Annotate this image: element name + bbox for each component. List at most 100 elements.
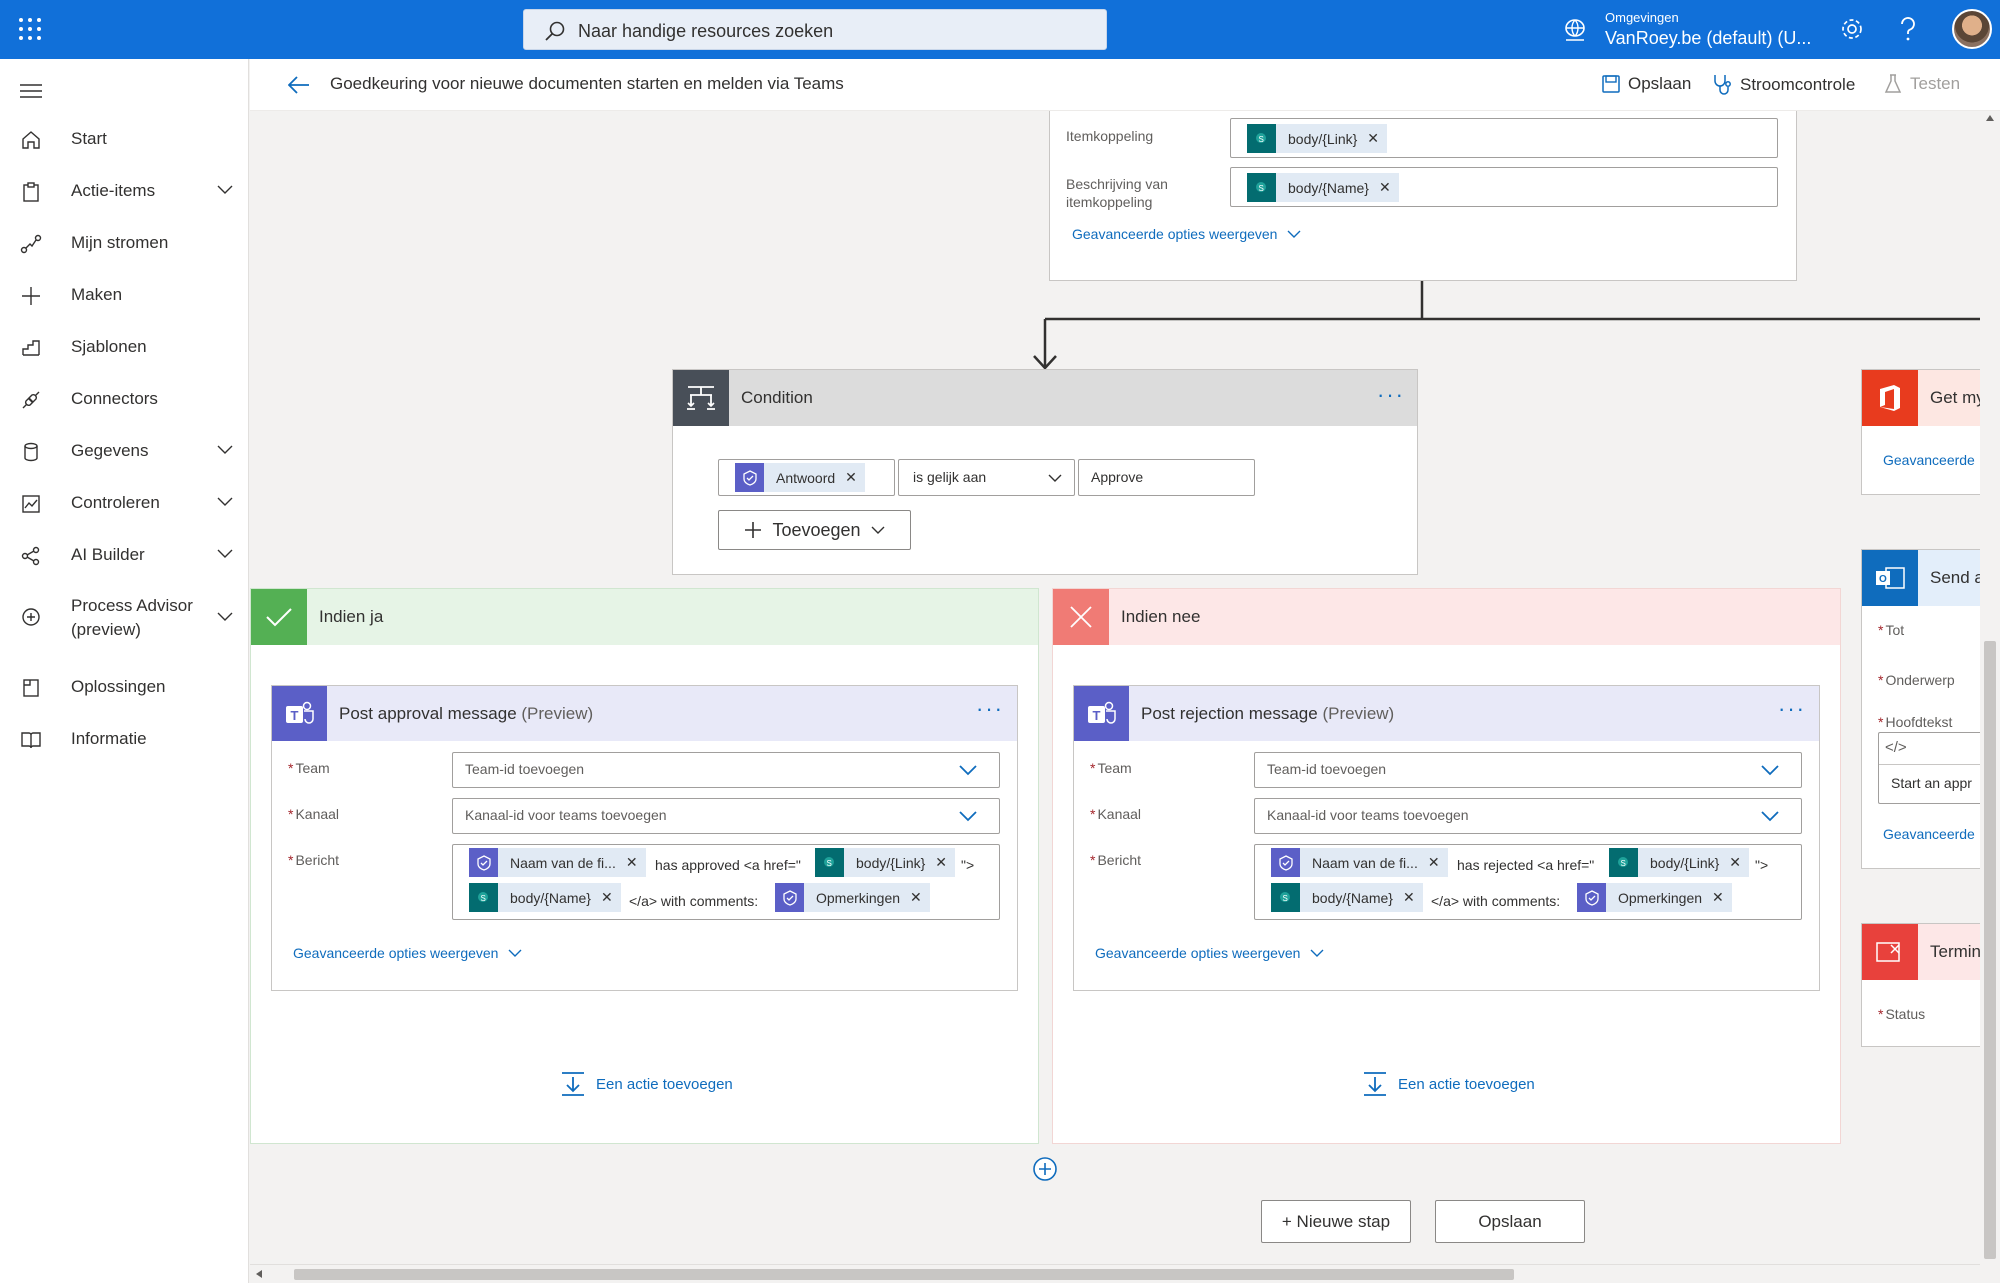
message-text: "> [961,857,975,873]
vertical-scroll-thumb[interactable] [1984,641,1996,1259]
add-action-link[interactable]: Een actie toevoegen [560,1071,733,1097]
chevron-down-icon[interactable] [217,549,233,559]
remove-token-icon[interactable]: ✕ [1403,889,1415,906]
save-button[interactable]: Opslaan [1602,74,1691,94]
item-desc-field[interactable]: S body/{Name} ✕ [1230,167,1778,207]
condition-title: Condition [741,388,813,407]
flow-checker-button[interactable]: Stroomcontrole [1712,74,1855,96]
nav-item-actie-items[interactable]: Actie-items [0,169,249,213]
add-condition-button[interactable]: Toevoegen [718,510,911,550]
nav-item-start[interactable]: Start [0,117,249,161]
token-body-name[interactable]: S body/{Name} ✕ [469,883,621,912]
insert-step-icon[interactable] [1032,1156,1058,1182]
nav-item-sjablonen[interactable]: Sjablonen [0,325,249,369]
remove-token-icon[interactable]: ✕ [1367,130,1379,147]
message-field[interactable]: Naam van de fi... ✕ has approved <a href… [452,844,1000,920]
token-file-name[interactable]: Naam van de fi... ✕ [1271,848,1448,877]
token-opmerkingen[interactable]: Opmerkingen ✕ [775,883,930,912]
chevron-down-icon[interactable] [217,497,233,507]
condition-right-operand[interactable]: Approve [1078,459,1255,496]
post-approval-action-card: T Post approval message (Preview) ··· * T… [271,685,1018,991]
channel-select[interactable]: Kanaal-id voor teams toevoegen [1254,798,1802,834]
body-editor[interactable]: </> Start an appr [1878,732,1980,804]
user-avatar[interactable] [1952,9,1992,49]
more-options-icon[interactable]: ··· [976,696,1004,722]
token-body-link[interactable]: S body/{Link} ✕ [1609,848,1750,877]
message-label: * Bericht [288,852,340,868]
nav-item-gegevens[interactable]: Gegevens [0,429,249,473]
token-body-link[interactable]: S body/{Link} ✕ [1247,124,1388,153]
message-field[interactable]: Naam van de fi... ✕ has rejected <a href… [1254,844,1802,920]
nav-item-connectors[interactable]: Connectors [0,377,249,421]
environment-selector[interactable]: VanRoey.be (default) (U... [1605,28,1811,49]
new-step-button[interactable]: + Nieuwe stap [1261,1200,1411,1243]
advanced-options-link[interactable]: Geavanceerde [1883,452,1975,468]
designer-canvas: Itemkoppeling S body/{Link} ✕ Beschrijvi… [250,111,1980,1264]
more-options-icon[interactable]: ··· [1778,696,1806,722]
remove-token-icon[interactable]: ✕ [626,854,638,871]
nav-item-oplossingen[interactable]: Oplossingen [0,665,249,709]
code-view-icon[interactable]: </> [1885,739,1907,756]
terminate-card: Termin * Status [1861,923,1980,1047]
token-label: body/{Link} [1650,854,1720,871]
help-icon[interactable] [1898,17,1918,43]
nav-item-maken[interactable]: Maken [0,273,249,317]
channel-select[interactable]: Kanaal-id voor teams toevoegen [452,798,1000,834]
scroll-up-arrow[interactable] [1986,115,1994,121]
nav-label: Connectors [71,389,158,408]
search-placeholder: Naar handige resources zoeken [578,21,834,41]
remove-token-icon[interactable]: ✕ [935,854,947,871]
hamburger-menu-icon[interactable] [20,83,42,99]
search-box[interactable]: Naar handige resources zoeken [523,9,1107,50]
save-flow-button[interactable]: Opslaan [1435,1200,1585,1243]
chevron-down-icon[interactable] [217,612,233,622]
clipboard-icon [23,182,39,202]
add-action-link[interactable]: Een actie toevoegen [1362,1071,1535,1097]
test-button[interactable]: Testen [1884,74,1960,94]
remove-token-icon[interactable]: ✕ [1379,179,1391,196]
more-options-icon[interactable]: ··· [1377,382,1405,408]
remove-token-icon[interactable]: ✕ [1712,889,1724,906]
remove-token-icon[interactable]: ✕ [601,889,613,906]
advanced-options-link[interactable]: Geavanceerde opties weergeven [293,945,522,961]
nav-item-informatie[interactable]: Informatie [0,717,249,761]
nav-item-ai-builder[interactable]: AI Builder [0,533,249,577]
condition-operator-select[interactable]: is gelijk aan [898,459,1075,496]
vertical-scrollbar[interactable] [1980,111,2000,1264]
token-body-name[interactable]: S body/{Name} ✕ [1247,173,1399,202]
team-select[interactable]: Team-id toevoegen [452,752,1000,788]
add-action-icon [1364,1072,1386,1096]
horizontal-scroll-thumb[interactable] [294,1269,1514,1280]
nav-item-process-advisor[interactable]: Process Advisor (preview) [0,587,249,647]
advanced-options-link[interactable]: Geavanceerde [1883,826,1975,842]
remove-token-icon[interactable]: ✕ [845,469,857,486]
item-link-field[interactable]: S body/{Link} ✕ [1230,118,1778,158]
settings-icon[interactable] [1840,17,1864,41]
horizontal-scrollbar[interactable] [250,1264,1980,1283]
token-label: body/{Name} [1312,889,1393,906]
nav-item-mijn-stromen[interactable]: Mijn stromen [0,221,249,265]
advanced-options-link[interactable]: Geavanceerde opties weergeven [1072,226,1301,242]
team-select[interactable]: Team-id toevoegen [1254,752,1802,788]
nav-label: Controleren [71,493,160,512]
nav-item-controleren[interactable]: Controleren [0,481,249,525]
app-launcher-icon[interactable] [18,17,42,41]
nav-label: Informatie [71,729,147,748]
remove-token-icon[interactable]: ✕ [1729,854,1741,871]
scroll-left-arrow[interactable] [256,1270,262,1278]
back-arrow-icon[interactable] [288,76,310,94]
svg-text:S: S [1620,859,1625,868]
remove-token-icon[interactable]: ✕ [1428,854,1440,871]
token-opmerkingen[interactable]: Opmerkingen ✕ [1577,883,1732,912]
chevron-down-icon[interactable] [217,445,233,455]
remove-token-icon[interactable]: ✕ [910,889,922,906]
advanced-options-link[interactable]: Geavanceerde opties weergeven [1095,945,1324,961]
token-body-link[interactable]: S body/{Link} ✕ [815,848,956,877]
token-body-name[interactable]: S body/{Name} ✕ [1271,883,1423,912]
add-action-label: Een actie toevoegen [1398,1075,1535,1093]
chevron-down-icon[interactable] [217,185,233,195]
svg-text:S: S [1258,184,1263,193]
token-file-name[interactable]: Naam van de fi... ✕ [469,848,646,877]
condition-left-operand[interactable]: Antwoord ✕ [718,459,895,496]
token-antwoord[interactable]: Antwoord ✕ [735,463,865,492]
